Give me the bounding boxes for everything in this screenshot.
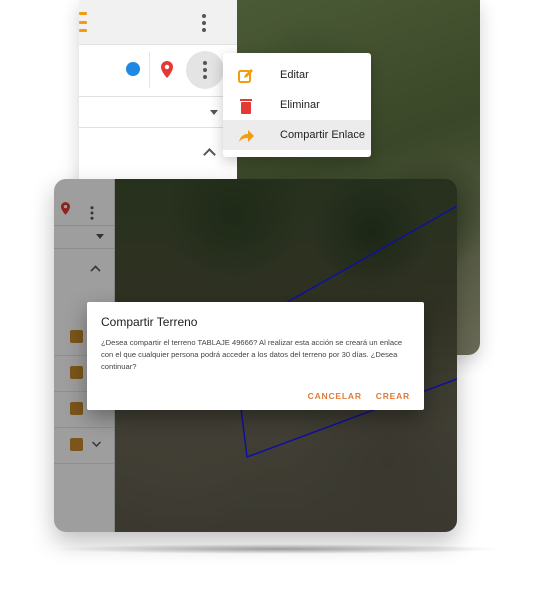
more-vert-icon[interactable] <box>202 14 206 32</box>
more-button[interactable] <box>186 51 224 89</box>
share-icon <box>239 130 254 142</box>
panel-header <box>79 0 237 45</box>
edit-icon <box>238 69 253 83</box>
dialog-title: Compartir Terreno <box>101 315 198 329</box>
location-dot-icon <box>126 62 140 76</box>
create-button[interactable]: CREAR <box>376 391 410 401</box>
menu-item-label: Eliminar <box>280 99 320 111</box>
trash-icon <box>240 99 252 114</box>
side-panel-back <box>79 0 237 178</box>
cancel-button[interactable]: CANCELAR <box>308 391 362 401</box>
card-shadow <box>52 544 504 554</box>
menu-item-label: Editar <box>280 69 309 81</box>
dialog-actions: CANCELAR CREAR <box>308 391 410 401</box>
menu-item-editar[interactable]: Editar <box>223 60 371 90</box>
terrain-row[interactable] <box>79 44 237 97</box>
caret-down-icon[interactable] <box>210 110 218 115</box>
hamburger-icon[interactable] <box>79 12 87 32</box>
context-menu: Editar Eliminar Compartir Enlace <box>223 53 371 157</box>
menu-item-label: Compartir Enlace <box>280 129 365 141</box>
dropdown-row[interactable] <box>79 97 237 128</box>
dialog-message: ¿Desea compartir el terreno TABLAJE 4966… <box>101 338 403 371</box>
share-dialog: Compartir Terreno ¿Desea compartir el te… <box>87 302 424 410</box>
chevron-up-icon[interactable] <box>203 148 216 161</box>
map-pin-icon[interactable] <box>161 61 173 78</box>
more-vert-icon <box>203 61 207 79</box>
menu-item-compartir-enlace[interactable]: Compartir Enlace <box>223 120 371 150</box>
menu-item-eliminar[interactable]: Eliminar <box>223 90 371 120</box>
divider <box>149 52 150 88</box>
